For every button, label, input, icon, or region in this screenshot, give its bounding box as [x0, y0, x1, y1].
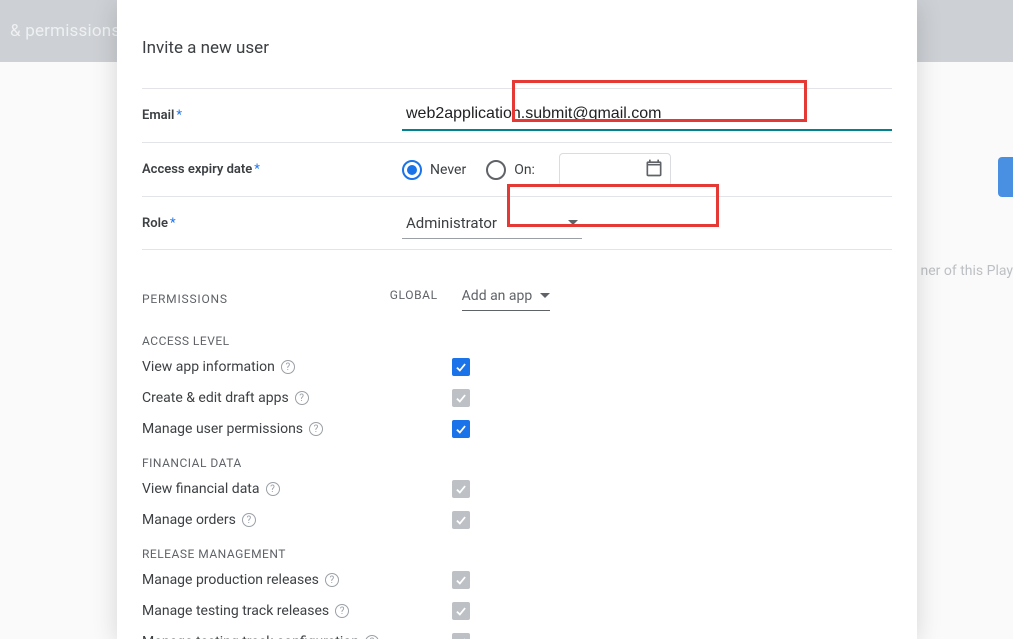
role-select[interactable]: Administrator	[402, 208, 582, 239]
help-icon[interactable]: ?	[242, 513, 256, 527]
perm-label: Manage production releases?	[142, 572, 452, 588]
help-icon[interactable]: ?	[365, 635, 379, 639]
expiry-on-radio[interactable]: On:	[486, 160, 535, 180]
help-icon[interactable]: ?	[325, 573, 339, 587]
modal-title: Invite a new user	[142, 38, 892, 58]
perm-row: Create & edit draft apps?	[142, 389, 892, 407]
help-icon[interactable]: ?	[295, 391, 309, 405]
expiry-row: Access expiry date* Never On:	[142, 142, 892, 196]
global-tab[interactable]: GLOBAL	[388, 282, 440, 316]
help-icon[interactable]: ?	[309, 422, 323, 436]
perm-row: View financial data?	[142, 480, 892, 498]
perm-label: Manage testing track releases?	[142, 603, 452, 619]
perm-checkbox[interactable]	[452, 420, 470, 438]
expiry-never-radio[interactable]: Never	[402, 160, 466, 180]
help-icon[interactable]: ?	[281, 360, 295, 374]
perm-label: Create & edit draft apps?	[142, 390, 452, 406]
page-side-button[interactable]	[998, 157, 1013, 197]
role-row: Role* Administrator	[142, 196, 892, 250]
perm-checkbox[interactable]	[452, 389, 470, 407]
perm-label: View financial data?	[142, 481, 452, 497]
perm-checkbox[interactable]	[452, 511, 470, 529]
page-header-text: & permissions	[10, 21, 120, 41]
email-row: Email*	[142, 88, 892, 142]
help-icon[interactable]: ?	[266, 482, 280, 496]
perm-row: Manage production releases?	[142, 571, 892, 589]
chevron-down-icon	[568, 220, 578, 225]
calendar-icon	[644, 158, 664, 182]
page-side-text: ner of this Play	[921, 263, 1013, 279]
perm-label: View app information?	[142, 359, 452, 375]
permissions-title: PERMISSIONS	[142, 292, 228, 306]
perm-checkbox[interactable]	[452, 358, 470, 376]
chevron-down-icon	[540, 293, 550, 298]
perm-section-title: ACCESS LEVEL	[142, 334, 892, 348]
email-input[interactable]	[402, 101, 892, 131]
perm-checkbox[interactable]	[452, 480, 470, 498]
perm-section-title: FINANCIAL DATA	[142, 456, 892, 470]
perm-checkbox[interactable]	[452, 571, 470, 589]
perm-row: Manage testing track configuration?	[142, 633, 892, 639]
permissions-list: ACCESS LEVEL View app information? Create …	[142, 334, 892, 639]
expiry-date-input[interactable]	[559, 153, 671, 187]
perm-section-title: RELEASE MANAGEMENT	[142, 547, 892, 561]
perm-row: View app information?	[142, 358, 892, 376]
expiry-label: Access expiry date*	[142, 162, 402, 177]
radio-selected-icon	[402, 160, 422, 180]
role-label: Role*	[142, 216, 402, 231]
permissions-header: PERMISSIONS GLOBAL Add an app	[142, 282, 892, 316]
perm-checkbox[interactable]	[452, 633, 470, 639]
add-app-dropdown[interactable]: Add an app	[462, 288, 551, 311]
role-value: Administrator	[406, 214, 497, 232]
radio-unselected-icon	[486, 160, 506, 180]
invite-user-modal: Invite a new user Email* Access expiry d…	[117, 0, 917, 639]
perm-label: Manage orders?	[142, 512, 452, 528]
perm-row: Manage orders?	[142, 511, 892, 529]
help-icon[interactable]: ?	[335, 604, 349, 618]
perm-checkbox[interactable]	[452, 602, 470, 620]
perm-label: Manage user permissions?	[142, 421, 452, 437]
email-label: Email*	[142, 108, 402, 123]
perm-label: Manage testing track configuration?	[142, 634, 452, 639]
perm-row: Manage user permissions?	[142, 420, 892, 438]
perm-row: Manage testing track releases?	[142, 602, 892, 620]
